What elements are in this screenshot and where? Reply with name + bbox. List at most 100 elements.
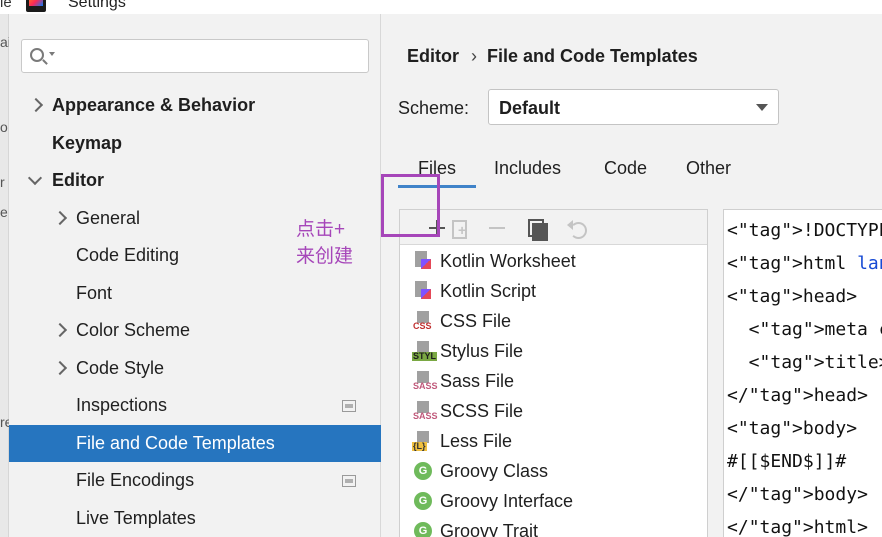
scheme-dropdown[interactable]: Default [488,89,779,125]
code-line: #[[$END$]]# [727,451,847,472]
sidebar-item[interactable]: Inspections [9,387,381,425]
template-name: Groovy Class [440,461,549,481]
template-name: Sass File [440,371,515,391]
template-name: Less File [440,431,513,451]
behind-window-strip: ai o r e re [0,14,12,537]
template-list-pane: Kotlin Worksheet Kotlin Script CSS CSS File… [399,209,708,537]
sidebar-item-label: General [76,207,141,228]
template-toolbar [400,210,707,245]
file-type-badge: {L} [412,441,427,451]
template-list-item[interactable]: Kotlin Worksheet [400,246,707,276]
kotlin-file-icon [412,281,434,301]
template-list-item[interactable]: SASS Sass File [400,366,707,396]
chevron-right-icon[interactable] [53,200,65,238]
file-type-badge: STYL [412,351,438,361]
code-line: <"tag">title>#[[$ [727,352,882,373]
chevron-down-icon [756,104,768,111]
sidebar-item[interactable]: Color Scheme [9,312,381,350]
template-list-item[interactable]: Groovy Interface [400,486,707,516]
annotation-line: 来创建 [296,246,354,267]
template-list-item[interactable]: SASS SCSS File [400,396,707,426]
settings-search[interactable] [21,39,369,73]
sidebar-item-label: Keymap [52,132,123,153]
sidebar-item-label: File and Code Templates [76,432,275,453]
template-name: Kotlin Script [440,281,537,301]
template-list-item[interactable]: CSS CSS File [400,306,707,336]
page-title: File and Code Templates [487,46,698,66]
sidebar-item[interactable]: Code Style [9,350,381,388]
template-name: Stylus File [440,341,524,361]
sidebar-item[interactable]: File and Code Templates [9,424,381,462]
code-line: <"tag">meta chars [727,319,882,340]
project-scope-icon [342,400,356,412]
tab-code[interactable]: Code [584,150,667,188]
less-file-icon: {L} [412,431,434,451]
settings-sidebar: Appearance & Behavior Keymap Editor General… [9,14,381,537]
sidebar-item[interactable]: File Encodings [9,462,381,500]
copy-add-icon[interactable] [449,218,469,239]
chevron-down-icon[interactable] [29,162,41,200]
groovy-class-icon [412,491,434,511]
template-list-item[interactable]: STYL Stylus File [400,336,707,366]
template-list-item[interactable]: {L} Less File [400,426,707,456]
main-panel: Editor › File and Code Templates Scheme: D… [382,14,882,537]
sidebar-item-label: Color Scheme [76,320,191,340]
project-scope-icon [342,475,356,487]
sidebar-item-label: Inspections [76,395,168,415]
tab-includes[interactable]: Includes [474,150,581,188]
breadcrumb-parent[interactable]: Editor [407,46,459,66]
sidebar-item-label: File Encodings [76,470,195,490]
copy-icon[interactable] [526,218,548,241]
sidebar-item-label: Code Style [76,357,165,378]
sidebar-item[interactable]: Editor [9,162,381,200]
behind-window-text: e [0,204,8,220]
template-code-preview[interactable]: <"tag">!DOCTYPE htm <"tag">html lang="e <"… [723,209,882,537]
sidebar-item[interactable]: Appearance & Behavior [9,87,381,125]
styl-file-icon: STYL [412,341,438,361]
sidebar-item-label: Appearance & Behavior [52,95,256,115]
template-name: Groovy Interface [440,491,574,511]
sidebar-item-label: Editor [52,170,104,190]
sidebar-item-label: Code Editing [76,245,180,265]
template-list-item[interactable]: Groovy Class [400,456,707,486]
template-name: Groovy Trait [440,521,539,537]
sidebar-item-label: Font [76,282,113,303]
chevron-down-icon[interactable] [49,52,55,56]
search-icon [30,48,44,62]
settings-tree: Appearance & Behavior Keymap Editor General… [9,87,381,537]
sass-file-icon: SASS [412,401,438,421]
code-line: </"tag">body> [727,484,868,505]
css-file-icon: CSS [412,311,434,331]
chevron-right-icon[interactable] [53,350,65,388]
template-name: CSS File [440,311,512,331]
code-line: <"tag">body> [727,418,858,439]
kotlin-file-icon [412,251,434,271]
scheme-label: Scheme: [398,98,470,118]
undo-icon[interactable] [566,218,587,239]
behind-window-text: le [0,0,12,11]
sidebar-item[interactable]: Live Templates [9,500,381,537]
code-line: </"tag">html> [727,517,868,537]
behind-window-text: o [0,119,8,135]
minus-icon[interactable] [487,218,507,238]
annotation-note: 点击+ 来创建 [296,216,376,270]
groovy-class-icon [412,461,434,481]
template-list: Kotlin Worksheet Kotlin Script CSS CSS File… [400,246,707,537]
code-line: <"tag">head> [727,286,858,307]
sidebar-item-label: Live Templates [76,507,196,528]
template-list-item[interactable]: Kotlin Script [400,276,707,306]
file-type-badge: SASS [413,411,438,421]
chevron-right-icon[interactable] [29,87,41,125]
file-type-badge: CSS [413,321,432,331]
chevron-right-icon[interactable] [53,312,65,350]
window-title: Settings [68,0,126,11]
code-line: <"tag">html lang="e [727,253,882,274]
sidebar-item[interactable]: Font [9,275,381,313]
tab-other[interactable]: Other [666,150,751,188]
sidebar-item[interactable]: Keymap [9,125,381,163]
scheme-value: Default [499,98,561,118]
code-line: </"tag">head> [727,385,868,406]
template-list-item[interactable]: Groovy Trait [400,516,707,537]
behind-window-text: r [0,174,5,190]
search-input[interactable] [60,46,360,66]
